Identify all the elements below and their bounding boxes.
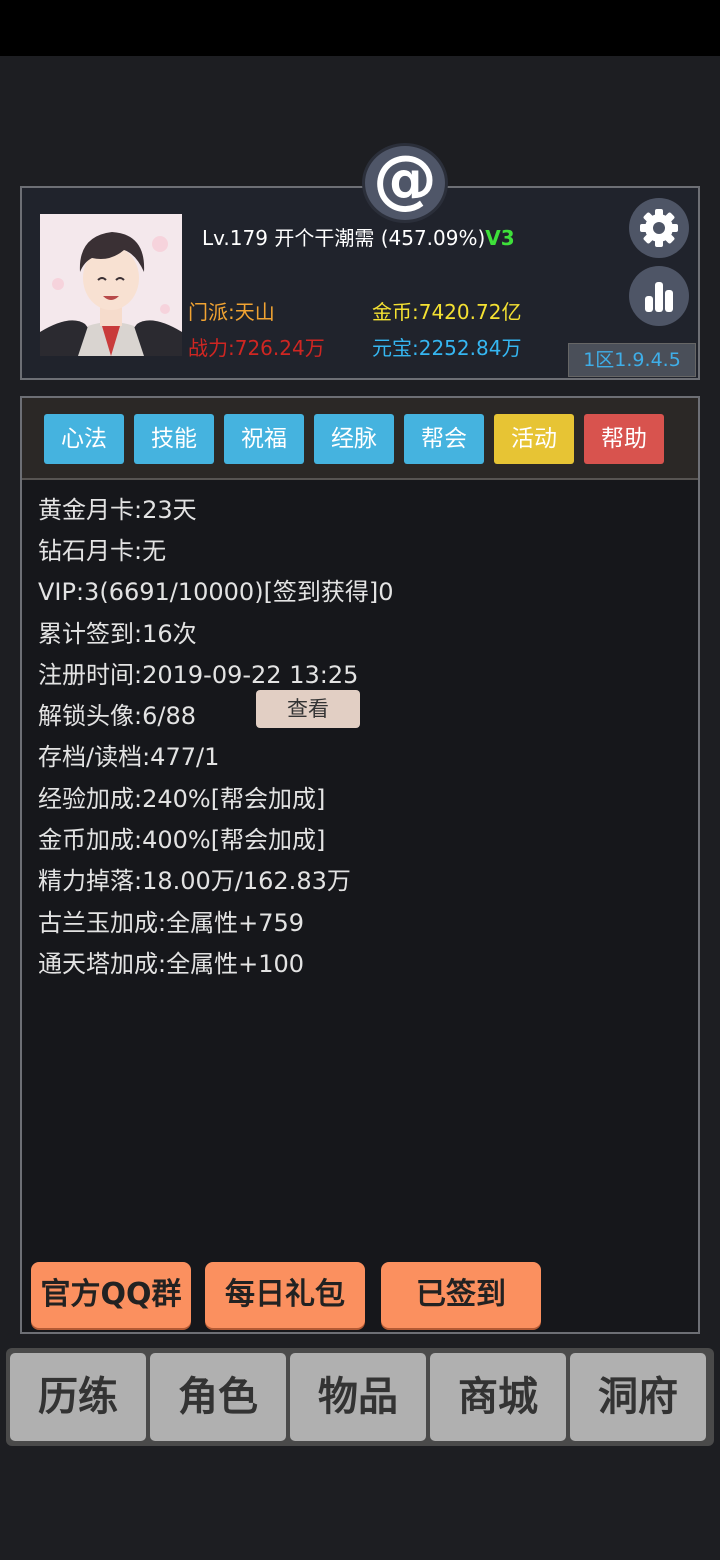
at-icon: @ [373,143,437,217]
info-save-load: 存档/读档:477/1 [38,743,220,771]
info-exp-bonus: 经验加成:240%[帮会加成] [38,785,326,813]
tab-skills[interactable]: 技能 [134,414,214,464]
avatar-portrait-icon [40,214,182,356]
qq-group-button[interactable]: 官方QQ群 [31,1262,191,1328]
tab-help[interactable]: 帮助 [584,414,664,464]
daily-gift-button[interactable]: 每日礼包 [205,1262,365,1328]
vip-tag: V3 [485,226,515,250]
stats-button[interactable] [629,266,689,326]
info-diamond-card: 钻石月卡:无 [38,537,167,565]
info-register-time: 注册时间:2019-09-22 13:25 [38,661,359,689]
tab-bar: 心法 技能 祝福 经脉 帮会 活动 帮助 [22,398,698,480]
player-name: 开个干潮需 [274,226,375,250]
exp-percent: (457.09%) [380,226,486,250]
tab-xinfa[interactable]: 心法 [44,414,124,464]
info-tower-bonus: 通天塔加成:全属性+100 [38,950,305,978]
power-label: 战力:726.24万 [188,336,325,360]
view-avatars-button[interactable]: 查看 [256,690,360,728]
sect-label: 门派:天山 [188,300,275,324]
nav-shop[interactable]: 商城 [430,1353,566,1441]
tab-guild[interactable]: 帮会 [404,414,484,464]
ingot-label: 元宝:2252.84万 [372,336,522,360]
signed-in-button[interactable]: 已签到 [381,1262,541,1328]
settings-button[interactable] [629,198,689,258]
nav-cave[interactable]: 洞府 [570,1353,706,1441]
stats-bar-chart-icon [645,282,673,312]
info-energy-drop: 精力掉落:18.00万/162.83万 [38,867,351,895]
nav-items[interactable]: 物品 [290,1353,426,1441]
info-unlocked-avatars: 解锁头像:6/88 [38,702,196,730]
bottom-nav: 历练 角色 物品 商城 洞府 [6,1348,714,1446]
settings-icon [640,209,678,247]
avatar[interactable] [40,214,182,356]
info-jade-bonus: 古兰玉加成:全属性+759 [38,909,305,937]
info-vip: VIP:3(6691/10000)[签到获得]0 [38,578,394,606]
tab-events[interactable]: 活动 [494,414,574,464]
tab-blessing[interactable]: 祝福 [224,414,304,464]
profile-panel: Lv.179 开个干潮需 (457.09%)V3 门派:天山 战力:726.24… [20,186,700,380]
info-total-signin: 累计签到:16次 [38,620,197,648]
player-level: Lv.179 [202,226,268,250]
status-bar [0,0,720,56]
at-mention-button[interactable]: @ [362,143,448,223]
version-badge: 1区1.9.4.5 [568,343,696,377]
nav-character[interactable]: 角色 [150,1353,286,1441]
info-gold-card: 黄金月卡:23天 [38,496,197,524]
info-gold-bonus: 金币加成:400%[帮会加成] [38,826,326,854]
gold-label: 金币:7420.72亿 [372,300,522,324]
player-info-line: Lv.179 开个干潮需 (457.09%)V3 [202,222,515,251]
nav-training[interactable]: 历练 [10,1353,146,1441]
info-panel: 心法 技能 祝福 经脉 帮会 活动 帮助 黄金月卡:23天 钻石月卡:无 VIP… [20,396,700,1334]
tab-meridians[interactable]: 经脉 [314,414,394,464]
